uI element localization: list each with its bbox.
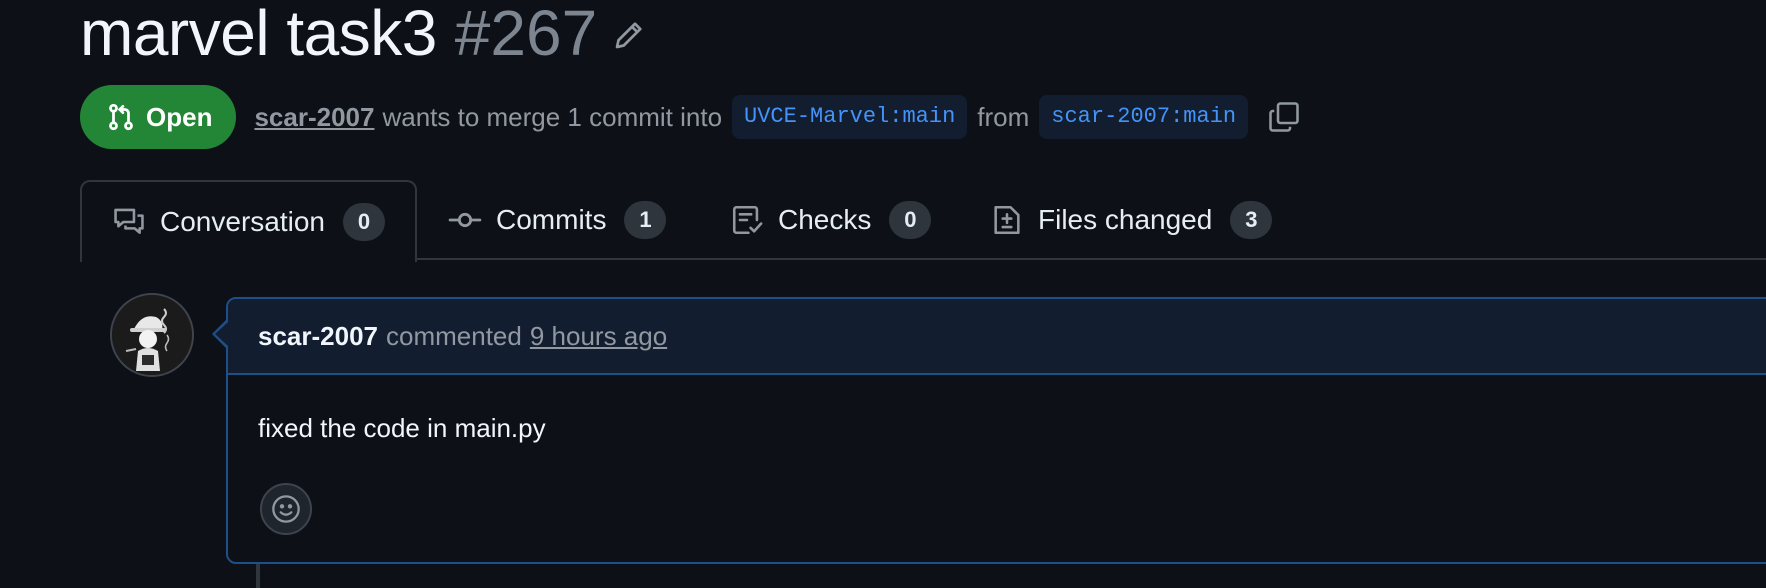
head-branch[interactable]: scar-2007:main xyxy=(1039,95,1249,139)
add-reaction-button[interactable] xyxy=(260,483,312,535)
tab-counter: 3 xyxy=(1230,201,1273,239)
tab-label: Files changed xyxy=(1038,204,1213,235)
pull-request-page: marvel task3 #267 Open scar-2007 wants t… xyxy=(0,0,1766,588)
from-label: from xyxy=(977,101,1030,132)
smiley-icon xyxy=(272,495,300,523)
tab-label: Checks xyxy=(778,204,872,235)
pr-author-link[interactable]: scar-2007 xyxy=(254,102,374,133)
pr-number: #267 xyxy=(454,0,598,69)
comment-author[interactable]: scar-2007 xyxy=(258,321,378,352)
comment-card: scar-2007 commented 9 hours ago fixed th… xyxy=(226,297,1766,564)
git-commit-icon xyxy=(448,212,482,228)
pr-state-label: Open xyxy=(146,101,213,132)
tab-checks[interactable]: Checks 0 xyxy=(730,180,932,260)
checklist-icon xyxy=(732,205,763,235)
avatar-image xyxy=(112,295,192,375)
tab-counter: 0 xyxy=(342,203,385,241)
tab-label: Commits xyxy=(496,204,607,235)
file-diff-icon xyxy=(994,205,1020,235)
timeline-connector xyxy=(256,564,260,588)
comment-body: fixed the code in main.py xyxy=(258,413,546,443)
pr-title: marvel task3 xyxy=(80,0,437,69)
tab-conversation[interactable]: Conversation 0 xyxy=(80,180,417,262)
pencil-icon[interactable] xyxy=(611,17,647,53)
pr-state-badge: Open xyxy=(80,85,237,149)
pr-title-row: marvel task3 #267 xyxy=(80,0,647,70)
base-branch[interactable]: UVCE-Marvel:main xyxy=(732,95,968,139)
avatar[interactable] xyxy=(110,293,194,377)
pr-tabs: Conversation 0 Commits 1 Checks 0 Files … xyxy=(80,180,1766,262)
tab-commits[interactable]: Commits 1 xyxy=(448,180,667,260)
comment-pointer-fill xyxy=(215,322,228,346)
comment-timestamp[interactable]: 9 hours ago xyxy=(530,321,667,352)
comment-action: commented xyxy=(386,320,522,351)
pr-status-row: Open scar-2007 wants to merge 1 commit i… xyxy=(80,85,1302,149)
merge-description: wants to merge 1 commit into xyxy=(382,101,723,132)
tab-counter: 0 xyxy=(889,201,932,239)
comment-header: scar-2007 commented 9 hours ago xyxy=(228,299,1766,375)
comment-discussion-icon xyxy=(114,208,144,234)
git-pull-request-icon xyxy=(109,103,133,131)
copy-icon[interactable] xyxy=(1266,99,1302,135)
tab-counter: 1 xyxy=(624,201,667,239)
tab-label: Conversation xyxy=(160,206,325,237)
tab-files-changed[interactable]: Files changed 3 xyxy=(990,180,1273,260)
